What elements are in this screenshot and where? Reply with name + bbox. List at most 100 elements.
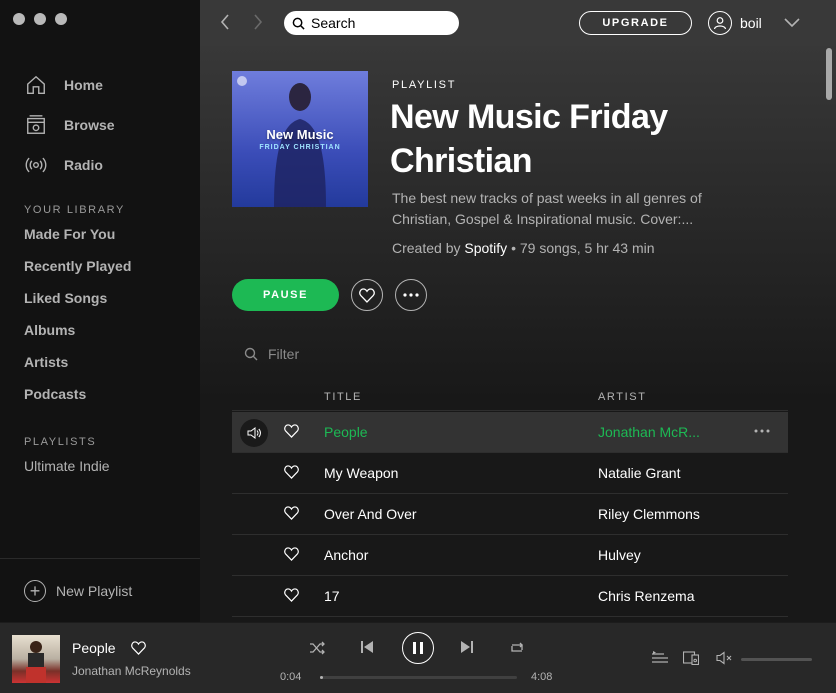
track-row[interactable]: My Weapon Natalie Grant: [232, 453, 788, 494]
close-window-button[interactable]: [13, 13, 25, 25]
heart-icon[interactable]: [284, 506, 299, 523]
library-list: Made For You Recently Played Liked Songs…: [24, 222, 131, 414]
zoom-window-button[interactable]: [55, 13, 67, 25]
main-nav: Home Browse Radio: [24, 65, 115, 185]
library-item-recently-played[interactable]: Recently Played: [24, 254, 131, 286]
nav-browse[interactable]: Browse: [24, 105, 115, 145]
username: boil: [740, 15, 762, 31]
library-item-made-for-you[interactable]: Made For You: [24, 222, 131, 254]
now-playing-artist[interactable]: Jonathan McReynolds: [72, 664, 191, 678]
volume-muted-icon[interactable]: [716, 651, 734, 665]
track-artist[interactable]: Natalie Grant: [598, 465, 680, 481]
user-menu[interactable]: boil: [708, 11, 762, 35]
pause-button[interactable]: PAUSE: [232, 279, 339, 311]
track-row[interactable]: Anchor Hulvey: [232, 535, 788, 576]
user-avatar-icon: [708, 11, 732, 35]
track-table-header: TITLE ARTIST: [232, 389, 788, 411]
album-art-figure: [26, 641, 46, 683]
upgrade-button[interactable]: UPGRADE: [579, 11, 692, 35]
cover-title: New Music: [266, 127, 334, 142]
track-title: Anchor: [324, 547, 369, 563]
now-playing-title[interactable]: People: [72, 640, 116, 656]
playlists-section-title: PLAYLISTS: [24, 436, 97, 448]
library-item-albums[interactable]: Albums: [24, 318, 131, 350]
progress-bar[interactable]: [320, 676, 517, 679]
track-title: People: [324, 424, 368, 440]
volume-slider[interactable]: [741, 658, 812, 661]
more-options-button[interactable]: [395, 279, 427, 311]
track-list: People Jonathan McR... My Weapon Natalie…: [232, 412, 788, 617]
nav-radio[interactable]: Radio: [24, 145, 115, 185]
track-row[interactable]: 17 Chris Renzema: [232, 576, 788, 617]
chevron-down-icon[interactable]: [784, 15, 800, 33]
home-icon: [24, 73, 48, 97]
like-playlist-button[interactable]: [351, 279, 383, 311]
heart-icon[interactable]: [284, 465, 299, 482]
repeat-icon[interactable]: [509, 641, 525, 655]
playlist-type-label: PLAYLIST: [392, 79, 457, 91]
track-title: Over And Over: [324, 506, 417, 522]
previous-track-icon[interactable]: [361, 641, 373, 653]
radio-icon: [24, 153, 48, 177]
new-playlist-button[interactable]: + New Playlist: [0, 558, 200, 622]
heart-icon[interactable]: [131, 641, 146, 660]
search-icon: [292, 17, 305, 30]
heart-icon[interactable]: [284, 588, 299, 605]
track-more-icon[interactable]: [754, 420, 770, 438]
search-box[interactable]: [284, 11, 459, 35]
progress-fill: [320, 676, 324, 679]
playlist-description: The best new tracks of past weeks in all…: [392, 190, 702, 227]
scrollbar-thumb[interactable]: [826, 48, 832, 100]
heart-icon: [359, 287, 375, 303]
window-controls: [13, 13, 67, 25]
minimize-window-button[interactable]: [34, 13, 46, 25]
playlist-cover: New Music FRIDAY CHRISTIAN: [232, 71, 368, 207]
search-input[interactable]: [311, 15, 451, 31]
library-item-liked-songs[interactable]: Liked Songs: [24, 286, 131, 318]
main-content: UPGRADE boil New Music FRIDAY CHRISTIAN …: [200, 0, 836, 622]
forward-arrow-icon[interactable]: [253, 14, 263, 35]
search-icon: [244, 347, 258, 361]
top-bar: UPGRADE boil: [200, 0, 836, 46]
queue-icon[interactable]: [652, 651, 668, 665]
heart-icon[interactable]: [284, 547, 299, 564]
column-title[interactable]: TITLE: [324, 391, 362, 403]
track-artist[interactable]: Riley Clemmons: [598, 506, 700, 522]
created-by-label: Created by: [392, 240, 461, 256]
now-playing-bar: People Jonathan McReynolds 0:04 4:08: [0, 622, 836, 693]
playlist-stats: • 79 songs, 5 hr 43 min: [507, 240, 655, 256]
spotify-logo-icon: [237, 76, 247, 86]
track-artist[interactable]: Jonathan McR...: [598, 424, 700, 440]
next-track-icon[interactable]: [461, 641, 473, 653]
playlist-owner-link[interactable]: Spotify: [464, 240, 507, 256]
library-section-title: YOUR LIBRARY: [24, 204, 125, 216]
track-artist[interactable]: Hulvey: [598, 547, 641, 563]
nav-browse-label: Browse: [64, 117, 115, 133]
nav-radio-label: Radio: [64, 157, 103, 173]
duration-time: 4:08: [531, 671, 553, 683]
shuffle-icon[interactable]: [309, 641, 325, 655]
back-arrow-icon[interactable]: [220, 14, 230, 35]
cover-subtitle: FRIDAY CHRISTIAN: [259, 144, 341, 151]
track-row[interactable]: People Jonathan McR...: [232, 412, 788, 453]
nav-home[interactable]: Home: [24, 65, 115, 105]
track-artist[interactable]: Chris Renzema: [598, 588, 694, 604]
heart-icon[interactable]: [284, 424, 299, 441]
play-pause-button[interactable]: [402, 632, 434, 664]
filter-input[interactable]: [268, 346, 468, 362]
library-item-podcasts[interactable]: Podcasts: [24, 382, 131, 414]
playlists-list: Ultimate Indie: [24, 456, 110, 480]
ellipsis-icon: [403, 293, 419, 297]
sidebar: Home Browse Radio YOUR LIBRARY Made For …: [0, 0, 200, 622]
track-row[interactable]: Over And Over Riley Clemmons: [232, 494, 788, 535]
now-playing-album-art[interactable]: [12, 635, 60, 683]
speaker-icon[interactable]: [240, 419, 268, 447]
column-artist[interactable]: ARTIST: [598, 391, 647, 403]
playlist-meta: Created by Spotify • 79 songs, 5 hr 43 m…: [392, 240, 655, 256]
devices-icon[interactable]: [683, 651, 699, 665]
plus-icon: +: [24, 579, 46, 602]
filter-box[interactable]: [244, 346, 468, 362]
playlist-item[interactable]: Ultimate Indie: [24, 456, 110, 480]
pause-icon: [413, 642, 423, 654]
library-item-artists[interactable]: Artists: [24, 350, 131, 382]
